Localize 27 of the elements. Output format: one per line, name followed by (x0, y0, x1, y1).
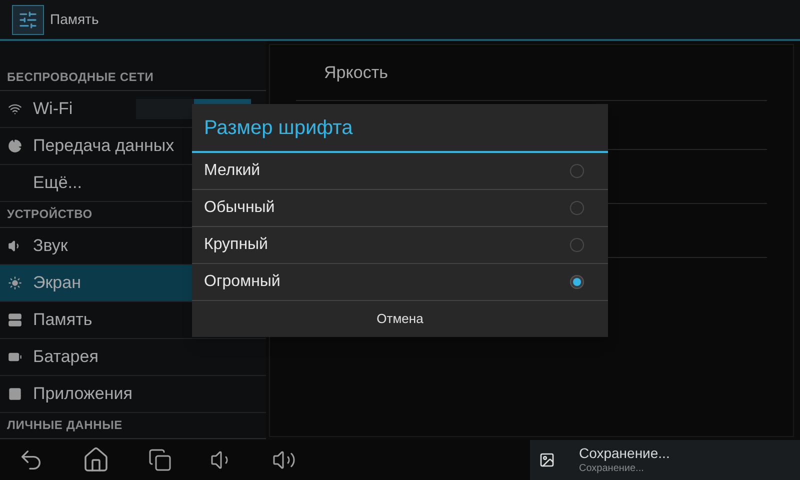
radio-option[interactable]: Мелкий (192, 153, 608, 190)
radio-button[interactable] (570, 164, 584, 178)
settings-item[interactable]: Приложения (0, 376, 266, 413)
section-header: ЛИЧНЫЕ ДАННЫЕ (7, 417, 122, 434)
pie-chart-icon (8, 139, 22, 153)
battery-icon (8, 350, 22, 364)
section-header: УСТРОЙСТВО (7, 206, 92, 223)
sun-icon (8, 276, 22, 290)
radio-option[interactable]: Обычный (192, 190, 608, 227)
storage-icon (8, 313, 22, 327)
radio-button[interactable] (570, 238, 584, 252)
notification-text: Сохранение... (579, 462, 645, 475)
cancel-button[interactable]: Отмена (192, 301, 608, 337)
wifi-icon (8, 102, 22, 116)
notification-title: Сохранение... (579, 445, 670, 462)
settings-item[interactable]: Батарея (0, 339, 266, 376)
notification[interactable]: Сохранение... Сохранение... (530, 440, 800, 480)
volume-up-icon[interactable] (272, 448, 296, 472)
settings-icon[interactable] (12, 4, 44, 34)
recent-apps-icon[interactable] (148, 448, 172, 472)
setting-label[interactable]: Яркость (324, 60, 388, 86)
section-header: БЕСПРОВОДНЫЕ СЕТИ (7, 69, 154, 86)
radio-button[interactable] (570, 275, 584, 289)
home-icon[interactable] (82, 446, 110, 474)
window-title: Память (50, 10, 99, 29)
radio-option[interactable]: Крупный (192, 227, 608, 264)
radio-button[interactable] (570, 201, 584, 215)
